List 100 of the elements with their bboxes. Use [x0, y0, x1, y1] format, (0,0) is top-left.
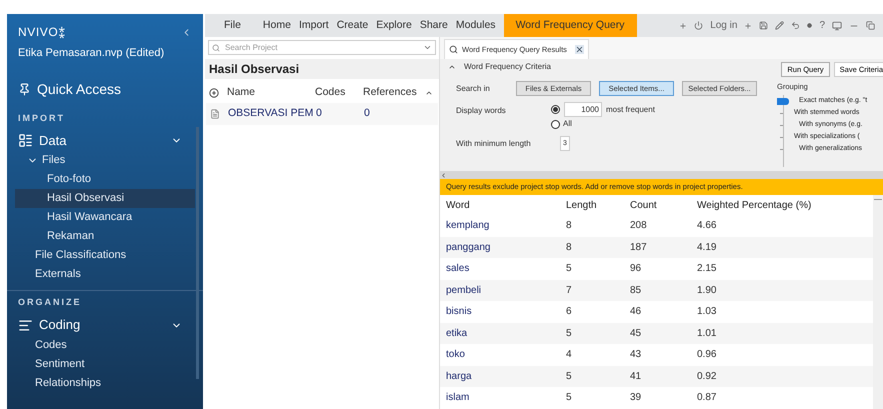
undo-icon[interactable] — [791, 21, 800, 30]
table-cell-text: bisnis — [446, 305, 473, 320]
sidebar-item[interactable]: Foto-foto — [15, 170, 195, 189]
column-header[interactable]: Codes — [315, 85, 363, 101]
table-cell-text: 8 — [566, 240, 573, 255]
table-cell-text: 96 — [630, 262, 642, 276]
table-cell-text: 45 — [630, 326, 642, 341]
table-cell-text: 0.92 — [697, 370, 716, 384]
table-cell-text: toko — [446, 348, 466, 362]
save-icon[interactable] — [759, 21, 768, 30]
column-header[interactable]: Count — [630, 198, 697, 212]
table-cell-text: 43 — [630, 348, 642, 362]
table-cell-text: 5 — [566, 391, 573, 406]
column-header[interactable]: References — [363, 85, 425, 101]
file-row[interactable]: OBSERVASI PEM 0 0 — [206, 103, 438, 125]
table-cell-text: 7 — [566, 284, 573, 298]
table-cell-text: 208 — [630, 219, 648, 234]
dot-icon[interactable] — [807, 23, 812, 28]
column-header[interactable]: Name — [227, 85, 315, 101]
sidebar-item[interactable]: Relationships — [15, 374, 195, 392]
sidebar-item[interactable]: Sentiment — [15, 354, 195, 374]
table-cell-text: pembeli — [446, 284, 482, 298]
ribbon-tab[interactable]: Import — [294, 14, 333, 37]
table-cell-text: etika — [446, 326, 468, 341]
table-cell-text: islam — [446, 391, 470, 406]
table-cell-text: 46 — [630, 305, 642, 320]
pin-icon — [18, 82, 31, 96]
table-cell-text: 4.19 — [697, 240, 716, 255]
count-field[interactable]: 1000 — [564, 102, 602, 117]
table-icon — [18, 133, 33, 148]
lines-icon — [18, 318, 33, 332]
radio-button[interactable] — [551, 105, 560, 114]
sidebar-item[interactable]: Files — [15, 151, 195, 170]
table-cell-text: 6 — [566, 305, 573, 320]
pencil-icon[interactable] — [775, 21, 784, 30]
sidebar-item[interactable]: Hasil Observasi — [15, 189, 195, 208]
sidebar-item[interactable]: Codes — [15, 336, 195, 354]
table-cell-text: 0.87 — [697, 391, 716, 406]
ribbon-tab[interactable]: Create — [332, 14, 372, 37]
column-header[interactable]: Weighted Percentage (%) — [697, 198, 867, 212]
ribbon-tab[interactable]: File — [220, 14, 245, 37]
table-cell-text: panggang — [446, 240, 492, 255]
radio-button[interactable] — [551, 120, 560, 128]
power-icon[interactable] — [694, 21, 704, 30]
table-cell-text: 5 — [566, 326, 573, 341]
table-cell-text: 1.03 — [697, 305, 716, 320]
group-header[interactable]: Coding — [7, 314, 193, 336]
add-column-icon[interactable] — [209, 88, 219, 98]
ribbon-tab[interactable]: Home — [258, 14, 295, 37]
table-cell-text: 5 — [566, 370, 573, 384]
table-cell-text: 187 — [630, 240, 648, 255]
table-cell-text: 4.66 — [697, 219, 716, 234]
search-icon — [212, 44, 220, 52]
scroll-left-icon[interactable] — [440, 172, 447, 178]
table-cell-text: 1.90 — [697, 284, 716, 298]
ribbon-tab[interactable]: Modules — [452, 14, 500, 37]
column-header[interactable]: Length — [566, 198, 630, 212]
table-cell-text: 85 — [630, 284, 642, 298]
document-icon — [210, 109, 220, 119]
slider-tick[interactable] — [780, 112, 783, 114]
dropdown-icon — [423, 43, 432, 52]
field-label: Search in — [455, 82, 491, 94]
search-field[interactable]: Search Project — [208, 40, 436, 55]
plus-icon[interactable] — [679, 22, 688, 30]
table-cell-text: 39 — [630, 391, 642, 406]
ribbon-tab[interactable]: Share — [416, 14, 452, 37]
sort-icon — [425, 89, 433, 97]
table-cell-text: 5 — [566, 262, 573, 276]
ribbon-tab[interactable]: Word Frequency Query — [504, 14, 636, 37]
slider-tick[interactable] — [780, 148, 783, 150]
quick-access[interactable]: Quick Access — [7, 78, 203, 100]
table-cell-text: 41 — [630, 370, 642, 384]
column-header[interactable]: Word — [446, 198, 566, 212]
project-name: Etika Pemasaran.nvp (Edited) — [17, 46, 166, 61]
plus-icon[interactable] — [744, 22, 752, 30]
section-title: Word Frequency Criteria — [464, 61, 551, 73]
ribbon-tab[interactable]: Explore — [372, 14, 416, 37]
collapse-icon[interactable] — [448, 63, 456, 71]
sidebar-item[interactable]: Rekaman — [15, 227, 195, 246]
slider-thumb[interactable] — [777, 98, 789, 105]
close-icon[interactable] — [574, 45, 584, 54]
table-cell-text: sales — [446, 262, 470, 276]
slider-tick[interactable] — [780, 136, 783, 138]
field-suffix: most frequent — [606, 104, 655, 116]
restore-icon[interactable] — [866, 21, 875, 30]
help-link[interactable]: ? — [819, 18, 825, 33]
sidebar-item[interactable]: File Classifications — [15, 246, 195, 265]
display-icon[interactable] — [832, 20, 842, 30]
table-cell-text: 1.01 — [697, 326, 716, 341]
group-header[interactable]: Data — [7, 130, 193, 151]
slider-tick[interactable] — [780, 124, 783, 126]
login-link[interactable]: Log in — [710, 18, 738, 33]
sidebar-item[interactable]: Externals — [15, 265, 195, 284]
table-cell-text: 0.96 — [697, 348, 716, 362]
table-cell-text: 2.15 — [697, 262, 716, 276]
table-cell-text: 4 — [566, 348, 573, 362]
app-logo: NVIVO⁑ — [18, 24, 66, 41]
sidebar-item[interactable]: Hasil Wawancara — [15, 208, 195, 227]
table-cell-text: harga — [446, 370, 473, 384]
field-label: With minimum length — [455, 138, 532, 150]
